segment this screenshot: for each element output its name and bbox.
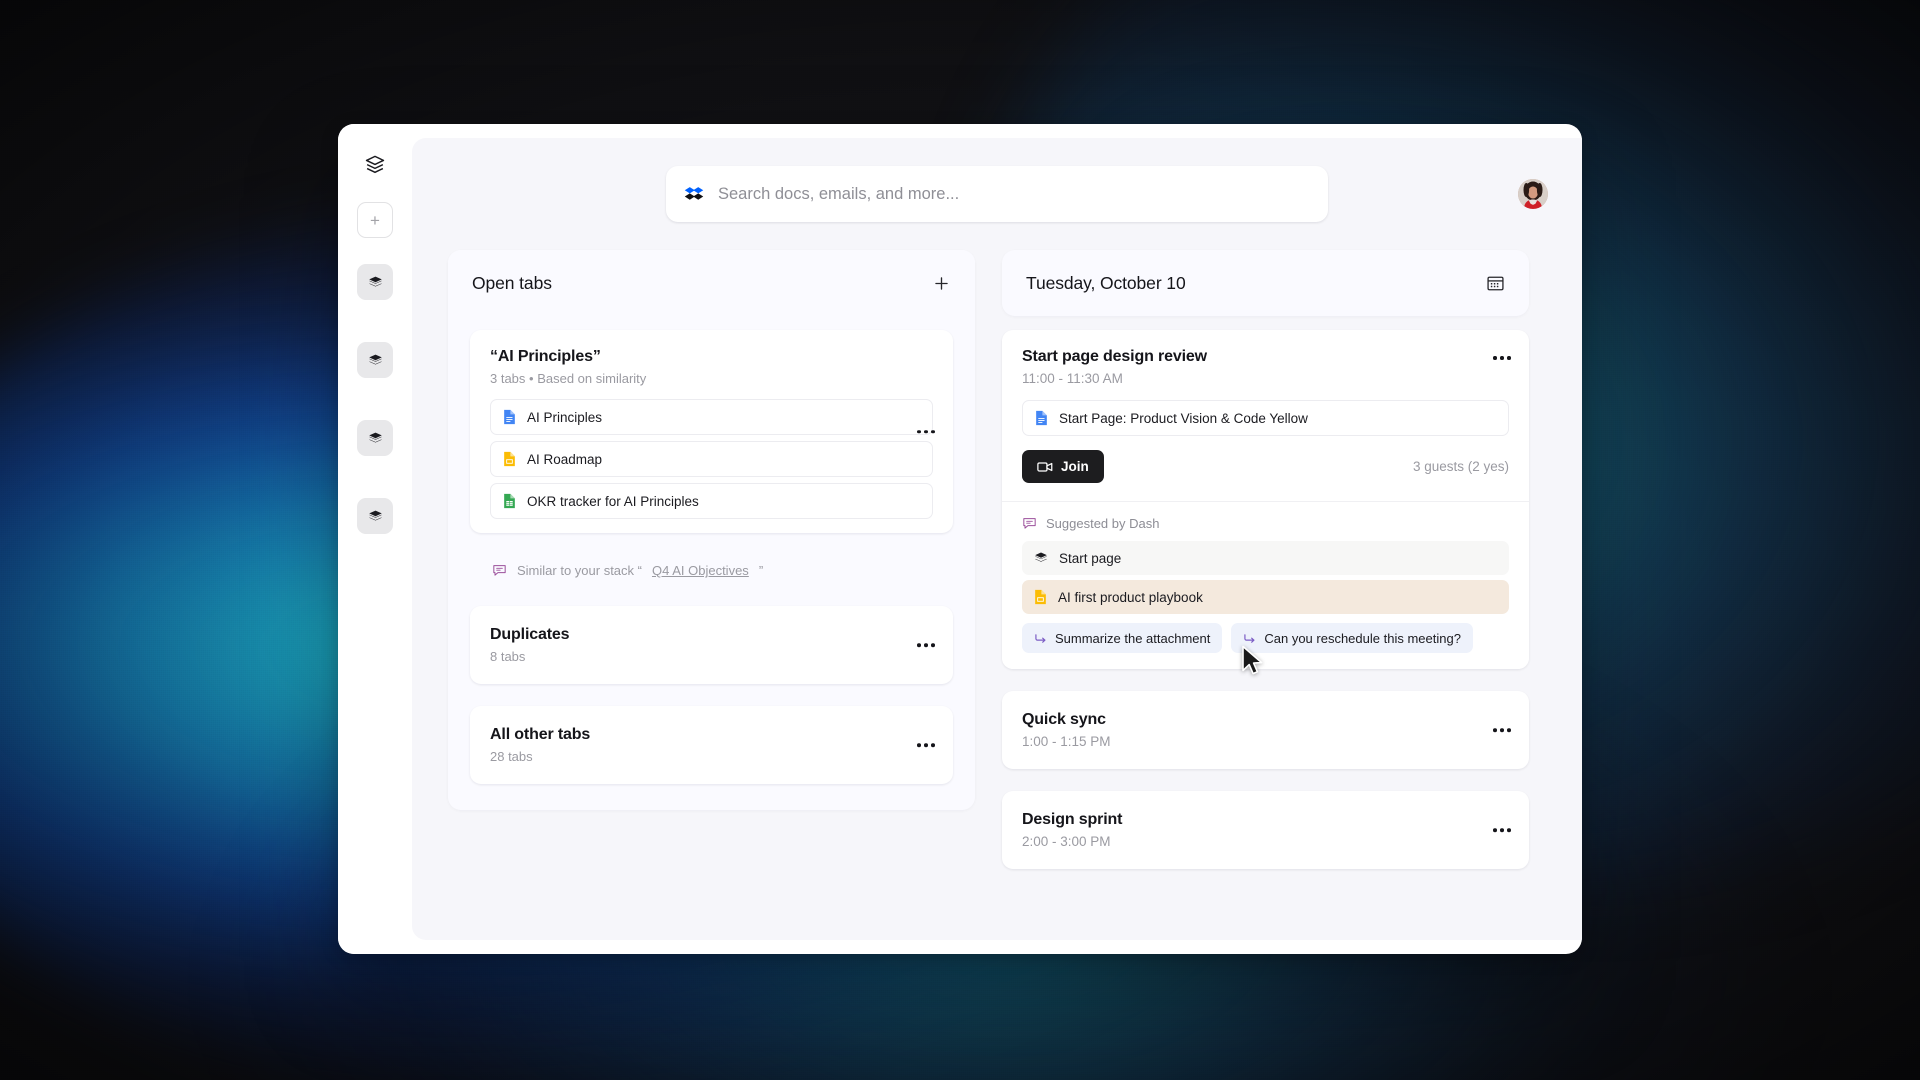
- event-card[interactable]: Start page design review 11:00 - 11:30 A…: [1002, 330, 1529, 669]
- event-guests: 3 guests (2 yes): [1412, 459, 1509, 474]
- video-camera-icon: [1037, 461, 1053, 473]
- event-title: Quick sync: [1022, 711, 1106, 728]
- ai-suggestion-bubble-icon: [1022, 516, 1037, 531]
- stack-tab-list: AI Principles AI Roadmap OKR tracker for…: [490, 399, 933, 519]
- suggested-by-dash-section: Suggested by Dash Start page AI first pr…: [1002, 501, 1529, 669]
- open-tabs-title: Open tabs: [472, 272, 552, 293]
- list-item-label: OKR tracker for AI Principles: [527, 493, 699, 509]
- prompt-chip-label: Summarize the attachment: [1055, 630, 1211, 646]
- stack-icon: [368, 432, 382, 442]
- screen: + Search docs, emails, and more... Open …: [0, 0, 1920, 1080]
- sidebar-item-stack-1[interactable]: [357, 264, 393, 300]
- search-input[interactable]: [718, 184, 1310, 204]
- google-docs-icon: [503, 409, 516, 425]
- google-docs-icon: [1035, 410, 1048, 426]
- layers-logo-icon[interactable]: [358, 148, 392, 182]
- stack-subtitle: 8 tabs: [490, 649, 526, 664]
- event-main: Start page design review 11:00 - 11:30 A…: [1002, 330, 1529, 501]
- suggested-item-label: Start page: [1059, 550, 1122, 566]
- open-tabs-header: Open tabs: [448, 250, 975, 316]
- event-title: Start page design review: [1022, 348, 1207, 365]
- calendar-date-title: Tuesday, October 10: [1026, 272, 1186, 293]
- suggested-prompt-chips: Summarize the attachment Can you resched…: [1022, 623, 1509, 653]
- stack-icon: [368, 276, 382, 286]
- event-attachment[interactable]: Start Page: Product Vision & Code Yellow: [1022, 400, 1509, 436]
- event-main: Design sprint 2:00 - 3:00 PM: [1002, 791, 1529, 869]
- event-card[interactable]: Design sprint 2:00 - 3:00 PM: [1002, 791, 1529, 869]
- plus-icon[interactable]: [932, 274, 951, 293]
- sidebar-item-stack-3[interactable]: [357, 420, 393, 456]
- google-slides-icon: [503, 451, 516, 467]
- stack-card[interactable]: “AI Principles” 3 tabs • Based on simila…: [470, 330, 953, 533]
- calendar-icon[interactable]: [1486, 274, 1505, 293]
- suggested-item[interactable]: AI first product playbook: [1022, 580, 1509, 614]
- more-options-icon[interactable]: [1493, 828, 1511, 832]
- list-item[interactable]: OKR tracker for AI Principles: [490, 483, 933, 519]
- user-avatar[interactable]: [1518, 179, 1548, 209]
- prompt-chip-label: Can you reschedule this meeting?: [1264, 630, 1461, 646]
- event-time: 1:00 - 1:15 PM: [1022, 734, 1111, 749]
- more-options-icon[interactable]: [917, 429, 935, 434]
- ai-suggestion-bubble-icon: [492, 563, 507, 578]
- prompt-chip[interactable]: Can you reschedule this meeting?: [1231, 623, 1473, 653]
- add-stack-label: +: [370, 210, 380, 230]
- add-stack-button[interactable]: +: [357, 202, 393, 238]
- suggested-item[interactable]: Start page: [1022, 541, 1509, 575]
- event-title: Design sprint: [1022, 811, 1123, 828]
- top-bar: [412, 138, 1582, 250]
- stack-title: “AI Principles”: [490, 348, 601, 365]
- suggested-header-label: Suggested by Dash: [1046, 516, 1160, 531]
- search-bar[interactable]: [666, 166, 1328, 222]
- event-main: Quick sync 1:00 - 1:15 PM: [1002, 691, 1529, 769]
- list-item[interactable]: AI Roadmap: [490, 441, 933, 477]
- suggested-header: Suggested by Dash: [1022, 516, 1509, 531]
- stack-title: All other tabs: [490, 726, 591, 743]
- google-slides-icon: [1034, 589, 1047, 605]
- stack-card[interactable]: Duplicates 8 tabs: [470, 606, 953, 684]
- event-card[interactable]: Quick sync 1:00 - 1:15 PM: [1002, 691, 1529, 769]
- stack-subtitle: 3 tabs • Based on similarity: [490, 371, 647, 386]
- similar-stack-link[interactable]: Q4 AI Objectives: [652, 563, 749, 578]
- dash-logo-icon: [684, 186, 704, 202]
- panels-container: Open tabs “AI Principles” 3 tabs • Based…: [412, 250, 1582, 940]
- list-item-label: AI Roadmap: [527, 451, 603, 467]
- sidebar-item-stack-2[interactable]: [357, 342, 393, 378]
- google-sheets-icon: [503, 493, 516, 509]
- more-options-icon[interactable]: [1493, 356, 1511, 360]
- join-button[interactable]: Join: [1022, 450, 1104, 483]
- similar-stack-suffix: ”: [758, 563, 764, 578]
- stack-title: Duplicates: [490, 626, 570, 643]
- event-actions: Join 3 guests (2 yes): [1022, 450, 1509, 483]
- calendar-header: Tuesday, October 10: [1002, 250, 1529, 316]
- event-time: 11:00 - 11:30 AM: [1022, 371, 1123, 386]
- sidebar-item-stack-4[interactable]: [357, 498, 393, 534]
- stack-card[interactable]: All other tabs 28 tabs: [470, 706, 953, 784]
- stack-icon: [368, 354, 382, 364]
- stack-icon: [1034, 551, 1048, 565]
- stack-icon: [368, 510, 382, 520]
- calendar-panel: Tuesday, October 10 Start page design re…: [1002, 250, 1529, 883]
- more-options-icon[interactable]: [1493, 728, 1511, 732]
- event-time: 2:00 - 3:00 PM: [1022, 834, 1111, 849]
- suggested-item-label: AI first product playbook: [1058, 589, 1203, 605]
- more-options-icon[interactable]: [917, 743, 935, 747]
- prompt-arrow-icon: [1243, 633, 1256, 644]
- main-content: Open tabs “AI Principles” 3 tabs • Based…: [412, 138, 1582, 940]
- list-item[interactable]: AI Principles: [490, 399, 933, 435]
- similar-stack-prefix: Similar to your stack “: [517, 563, 642, 578]
- stack-subtitle: 28 tabs: [490, 749, 533, 764]
- open-tabs-panel: Open tabs “AI Principles” 3 tabs • Based…: [448, 250, 975, 810]
- app-window: + Search docs, emails, and more... Open …: [338, 124, 1582, 954]
- sidebar-rail: +: [338, 124, 412, 954]
- prompt-arrow-icon: [1034, 633, 1047, 644]
- list-item-label: AI Principles: [527, 409, 603, 425]
- similar-stack-footnote: Similar to your stack “ Q4 AI Objectives ”: [492, 549, 953, 584]
- prompt-chip[interactable]: Summarize the attachment: [1022, 623, 1223, 653]
- more-options-icon[interactable]: [917, 643, 935, 647]
- event-attachment-label: Start Page: Product Vision & Code Yellow: [1059, 410, 1308, 426]
- join-button-label: Join: [1061, 459, 1089, 474]
